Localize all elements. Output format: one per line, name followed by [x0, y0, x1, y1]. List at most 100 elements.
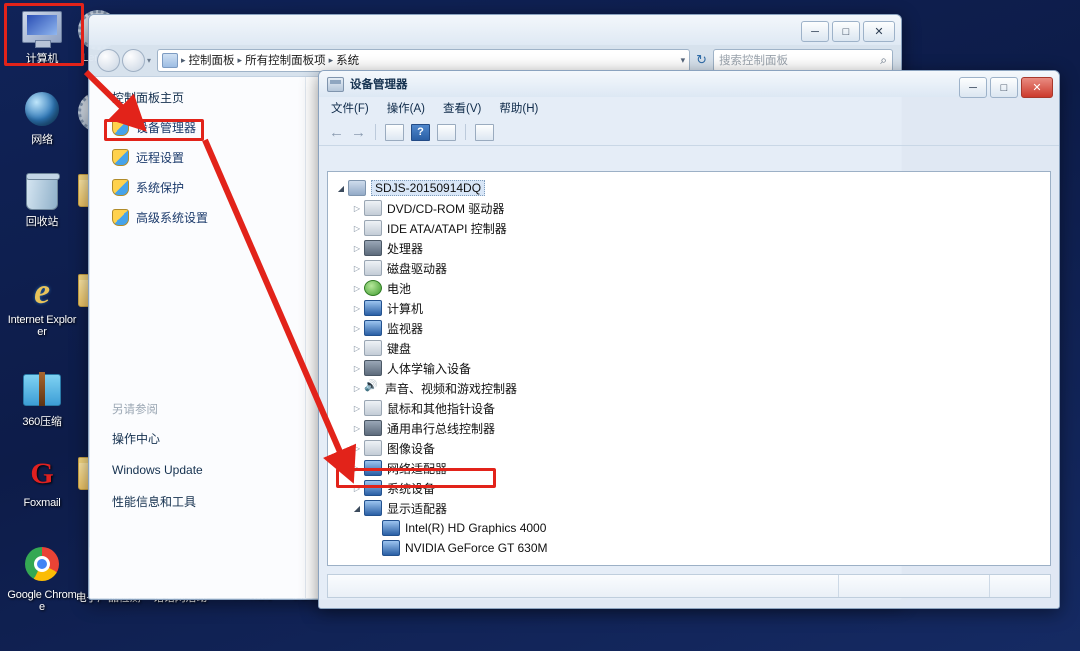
control-panel-titlebar[interactable]: ─ □ ✕ — [89, 15, 901, 45]
expander-collapsed-icon[interactable]: ▷ — [350, 224, 364, 233]
expander-collapsed-icon[interactable]: ▷ — [350, 244, 364, 253]
expander-collapsed-icon[interactable]: ▷ — [350, 264, 364, 273]
desktop-icon-11[interactable]: Google Chrome — [6, 545, 78, 613]
desktop-icon-label: Google Chrome — [7, 589, 77, 613]
see-also-link-1[interactable]: Windows Update — [112, 463, 292, 477]
forward-button[interactable] — [122, 48, 145, 72]
control-panel-icon — [162, 52, 179, 68]
tree-item-label: SDJS-20150914DQ — [371, 180, 486, 196]
tree-row[interactable]: ▷ IDE ATA/ATAPI 控制器 — [350, 218, 1050, 238]
expander-collapsed-icon[interactable]: ▷ — [350, 444, 364, 453]
see-also-link-0[interactable]: 操作中心 — [112, 430, 292, 447]
expander-collapsed-icon[interactable]: ▷ — [350, 364, 364, 373]
tree-item-label: 人体学输入设备 — [387, 361, 472, 376]
expander-collapsed-icon[interactable]: ▷ — [350, 324, 364, 333]
tree-row[interactable]: ▷ 鼠标和其他指针设备 — [350, 398, 1050, 418]
scan-hardware-icon[interactable] — [475, 123, 494, 141]
tree-root-row[interactable]: ◢ SDJS-20150914DQ — [334, 178, 1050, 198]
display-adapter-icon — [382, 540, 400, 556]
sidebar-item-3[interactable]: 高级系统设置 — [112, 209, 305, 226]
device-manager-menubar[interactable]: 文件(F) 操作(A) 查看(V) 帮助(H) — [319, 97, 1059, 119]
minimize-button[interactable]: ─ — [801, 21, 829, 42]
tree-row[interactable]: ▷ 计算机 — [350, 298, 1050, 318]
tree-row[interactable]: ▷ 处理器 — [350, 238, 1050, 258]
device-manager-titlebar[interactable]: 设备管理器 ─ □ ✕ — [319, 71, 1059, 98]
device-manager-window[interactable]: 设备管理器 ─ □ ✕ 文件(F) 操作(A) 查看(V) 帮助(H) ← → ? ◢… — [318, 70, 1060, 609]
sidebar-item-1[interactable]: 远程设置 — [112, 149, 305, 166]
device-manager-window-controls[interactable]: ─ □ ✕ — [959, 77, 1053, 98]
recent-pages-caret-icon[interactable]: ▾ — [147, 56, 151, 65]
control-panel-window-controls[interactable]: ─ □ ✕ — [801, 21, 895, 42]
menu-item-3[interactable]: 帮助(H) — [499, 100, 538, 116]
tree-item-label: 显示适配器 — [387, 501, 448, 516]
expander-collapsed-icon[interactable]: ▷ — [350, 304, 364, 313]
search-icon[interactable]: ⌕ — [880, 53, 887, 68]
expander-collapsed-icon[interactable]: ▷ — [350, 284, 364, 293]
address-dropdown-icon[interactable]: ▾ — [681, 55, 686, 66]
breadcrumb-item-2[interactable]: 系统 — [336, 52, 359, 68]
expander-collapsed-icon[interactable]: ▷ — [350, 204, 364, 213]
dvd-icon — [364, 200, 382, 216]
close-button[interactable]: ✕ — [1021, 77, 1053, 98]
see-also-link-2[interactable]: 性能信息和工具 — [112, 493, 292, 510]
mouse-icon — [364, 400, 382, 416]
forward-icon[interactable]: → — [351, 124, 366, 141]
tree-item-label: 声音、视频和游戏控制器 — [385, 381, 518, 396]
device-tree[interactable]: ◢ SDJS-20150914DQ ▷ DVD/CD-ROM 驱动器 ▷ IDE ATA/… — [327, 171, 1051, 566]
menu-item-1[interactable]: 操作(A) — [387, 100, 425, 116]
menu-item-0[interactable]: 文件(F) — [331, 100, 369, 116]
computer-icon — [364, 300, 382, 316]
maximize-button[interactable]: □ — [990, 77, 1018, 98]
tree-row[interactable]: ▷ 键盘 — [350, 338, 1050, 358]
expander-collapsed-icon[interactable]: ▷ — [350, 404, 364, 413]
tree-item-label: 计算机 — [387, 301, 424, 316]
tree-row[interactable]: ◢ 显示适配器 — [350, 498, 1050, 518]
minimize-button[interactable]: ─ — [959, 77, 987, 98]
expander-expanded-icon[interactable]: ◢ — [350, 504, 364, 513]
fox-icon: G — [30, 457, 54, 490]
sidebar-item-2[interactable]: 系统保护 — [112, 179, 305, 196]
tree-row[interactable]: ▷ 电池 — [350, 278, 1050, 298]
close-button[interactable]: ✕ — [863, 21, 895, 42]
desktop-icon-8[interactable]: 360压缩 — [6, 370, 78, 428]
control-panel-sidebar: 控制面板主页 设备管理器 远程设置 系统保护 高级系统设置 另请参阅 操作中心 Wind… — [90, 77, 305, 598]
tree-row[interactable]: ▷ 通用串行总线控制器 — [350, 418, 1050, 438]
expander-expanded-icon[interactable]: ◢ — [334, 184, 348, 193]
address-bar[interactable]: ▸ 控制面板 ▸ 所有控制面板项 ▸ 系统 ▾ — [157, 48, 691, 72]
tree-row[interactable]: ▷ 声音、视频和游戏控制器 — [350, 378, 1050, 398]
sidebar-item-home[interactable]: 控制面板主页 — [112, 89, 305, 106]
battery-icon — [364, 280, 382, 296]
tree-row[interactable]: ▷ DVD/CD-ROM 驱动器 — [350, 198, 1050, 218]
expander-collapsed-icon[interactable]: ▷ — [350, 424, 364, 433]
disk-icon — [364, 260, 382, 276]
tree-row[interactable]: NVIDIA GeForce GT 630M — [368, 538, 1050, 558]
chrome-icon — [21, 547, 63, 587]
ie-icon: e — [34, 271, 50, 311]
maximize-button[interactable]: □ — [832, 21, 860, 42]
tree-row[interactable]: ▷ 图像设备 — [350, 438, 1050, 458]
search-box[interactable]: 搜索控制面板 ⌕ — [713, 48, 893, 72]
expander-collapsed-icon[interactable]: ▷ — [350, 384, 364, 393]
tree-row[interactable]: Intel(R) HD Graphics 4000 — [368, 518, 1050, 538]
breadcrumb-sep-1: ▸ — [237, 54, 243, 65]
nav-buttons[interactable]: ▾ — [97, 48, 151, 72]
tree-row[interactable]: ▷ 监视器 — [350, 318, 1050, 338]
breadcrumb-sep-0: ▸ — [181, 54, 186, 65]
breadcrumb-item-0[interactable]: 控制面板 — [189, 52, 235, 68]
tree-item-label: 通用串行总线控制器 — [387, 421, 496, 436]
refresh-icon[interactable]: ↻ — [696, 52, 707, 68]
back-icon[interactable]: ← — [329, 124, 344, 141]
device-manager-toolbar[interactable]: ← → ? — [319, 119, 1059, 146]
see-also-links: 操作中心 Windows Update 性能信息和工具 — [112, 430, 292, 510]
back-button[interactable] — [97, 48, 120, 72]
breadcrumb-item-1[interactable]: 所有控制面板项 — [245, 52, 326, 68]
update-driver-icon[interactable] — [437, 123, 456, 141]
tree-row[interactable]: ▷ 磁盘驱动器 — [350, 258, 1050, 278]
sidebar-item-label: 远程设置 — [136, 151, 185, 165]
tree-row[interactable]: ▷ 人体学输入设备 — [350, 358, 1050, 378]
device-manager-icon — [327, 76, 344, 92]
help-icon[interactable]: ? — [411, 123, 430, 141]
properties-icon[interactable] — [385, 123, 404, 141]
expander-collapsed-icon[interactable]: ▷ — [350, 344, 364, 353]
menu-item-2[interactable]: 查看(V) — [443, 100, 481, 116]
